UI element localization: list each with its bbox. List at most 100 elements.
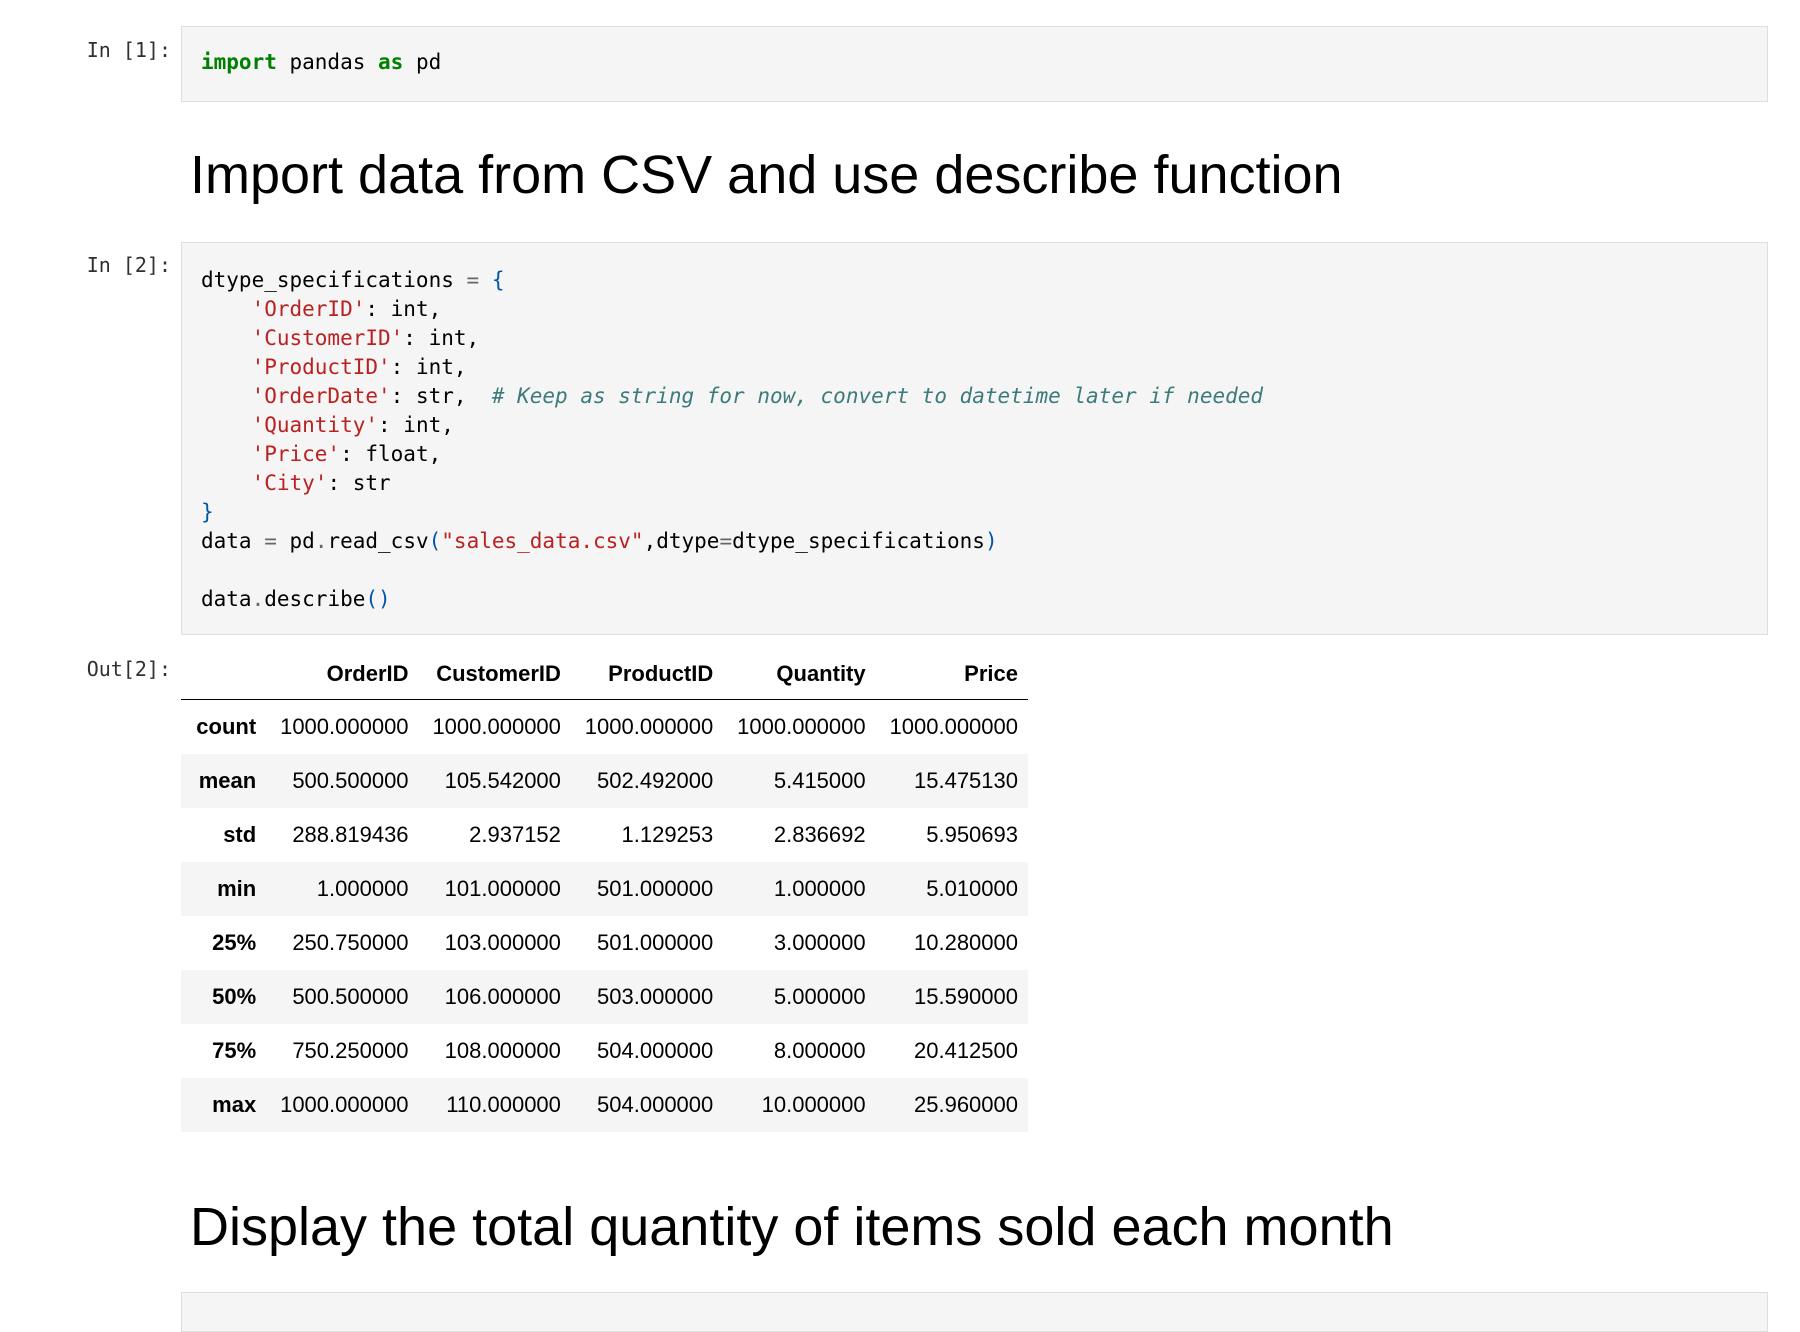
table-header-row: OrderID CustomerID ProductID Quantity Pr… [181, 649, 1028, 700]
input-prompt-2: In [2]: [86, 253, 171, 277]
code-line: 'City': str [201, 471, 391, 495]
table-cell: 101.000000 [444, 876, 561, 901]
section-heading: Display the total quantity of items sold… [190, 1197, 1394, 1257]
code-line: 'Quantity': int, [201, 413, 454, 437]
table-row: 75% 750.250000 108.000000 504.000000 8.0… [181, 1024, 1028, 1078]
row-label: 75% [212, 1038, 257, 1063]
code-token: . [251, 587, 265, 611]
code-line: 'OrderDate': str, # Keep as string for n… [201, 384, 1263, 408]
code-token: ,dtype [643, 529, 720, 553]
table-cell: 5.415000 [773, 768, 866, 793]
column-header-productid: ProductID [570, 649, 724, 700]
code-line: 'ProductID': int, [201, 355, 467, 379]
table-cell: 500.500000 [292, 768, 409, 793]
table-cell: 2.836692 [773, 822, 866, 847]
column-header-price: Price [875, 649, 1028, 700]
code-line: 'Price': float, [201, 442, 442, 466]
code-token: : int, [365, 297, 442, 321]
code-token: pd [276, 529, 315, 553]
code-editor[interactable]: import pandas as pd [182, 27, 1767, 77]
code-token: : int, [403, 326, 480, 350]
row-label: count [196, 714, 257, 739]
table-cell: 108.000000 [444, 1038, 561, 1063]
table-cell: 1000.000000 [280, 1092, 409, 1117]
table-row: max 1000.000000 110.000000 504.000000 10… [181, 1078, 1028, 1132]
table-cell: 5.950693 [926, 822, 1018, 847]
column-header-customerid: CustomerID [418, 649, 571, 700]
code-token: { [479, 268, 505, 292]
table-cell: 501.000000 [597, 930, 714, 955]
code-string: 'City' [251, 471, 328, 495]
index-header [181, 649, 267, 700]
input-prompt-1: In [1]: [86, 38, 171, 62]
code-line: data.describe() [201, 587, 391, 611]
table-cell: 5.000000 [773, 984, 866, 1009]
table-cell: 10.000000 [761, 1092, 866, 1117]
table-cell: 106.000000 [444, 984, 561, 1009]
table-cell: 500.500000 [292, 984, 409, 1009]
table-cell: 504.000000 [597, 1092, 714, 1117]
table-cell: 1000.000000 [889, 714, 1018, 739]
table-cell: 503.000000 [597, 984, 714, 1009]
table-row: std 288.819436 2.937152 1.129253 2.83669… [181, 808, 1028, 862]
code-token: data [201, 529, 265, 553]
code-token: ) [984, 529, 998, 553]
code-cell-1[interactable]: import pandas as pd [181, 26, 1768, 102]
code-line: 'OrderID': int, [201, 297, 442, 321]
code-string: 'Quantity' [251, 413, 379, 437]
code-token: ( [428, 529, 442, 553]
table-cell: 10.280000 [914, 930, 1018, 955]
table-cell: 5.010000 [926, 876, 1018, 901]
table-row: 25% 250.750000 103.000000 501.000000 3.0… [181, 916, 1028, 970]
code-token: : int, [378, 413, 454, 437]
table-cell: 750.250000 [292, 1038, 409, 1063]
code-line: import pandas as pd [201, 50, 441, 74]
table-cell: 8.000000 [773, 1038, 866, 1063]
table-cell: 250.750000 [292, 930, 409, 955]
code-cell-3[interactable] [181, 1292, 1768, 1332]
code-token: describe [264, 587, 366, 611]
code-editor[interactable]: dtype_specifications = { 'OrderID': int,… [182, 243, 1767, 614]
table-cell: 110.000000 [446, 1092, 561, 1117]
code-line: dtype_specifications = { [201, 268, 504, 292]
code-token: . [314, 529, 328, 553]
code-line: } [201, 500, 214, 524]
table-cell: 103.000000 [444, 930, 561, 955]
table-cell: 25.960000 [914, 1092, 1018, 1117]
table-cell: 1000.000000 [280, 714, 409, 739]
row-label: mean [198, 768, 257, 793]
table-row: min 1.000000 101.000000 501.000000 1.000… [181, 862, 1028, 916]
table-cell: 1000.000000 [432, 714, 561, 739]
row-label: std [223, 822, 257, 847]
table-cell: 288.819436 [292, 822, 409, 847]
code-token: dtype_specifications [732, 529, 985, 553]
code-string: 'Price' [251, 442, 341, 466]
row-label: 50% [212, 984, 257, 1009]
table-cell: 1.000000 [773, 876, 866, 901]
code-comment: # Keep as string for now, convert to dat… [491, 384, 1264, 408]
code-token: pandas [276, 50, 379, 74]
table-cell: 1.000000 [316, 876, 409, 901]
code-token: } [201, 500, 214, 524]
row-label: 25% [212, 930, 257, 955]
code-token: = [719, 529, 733, 553]
table-cell: 3.000000 [773, 930, 866, 955]
table-cell: 15.475130 [914, 768, 1018, 793]
table-cell: 501.000000 [597, 876, 714, 901]
row-label: min [217, 876, 257, 901]
code-cell-2[interactable]: dtype_specifications = { 'OrderID': int,… [181, 242, 1768, 635]
table-cell: 15.590000 [914, 984, 1018, 1009]
table-row: 50% 500.500000 106.000000 503.000000 5.0… [181, 970, 1028, 1024]
code-string: 'ProductID' [251, 355, 391, 379]
code-string: "sales_data.csv" [441, 529, 644, 553]
code-token: = [264, 529, 277, 553]
code-token: pd [403, 50, 442, 74]
code-string: 'CustomerID' [251, 326, 404, 350]
table-cell: 1.129253 [621, 822, 714, 847]
